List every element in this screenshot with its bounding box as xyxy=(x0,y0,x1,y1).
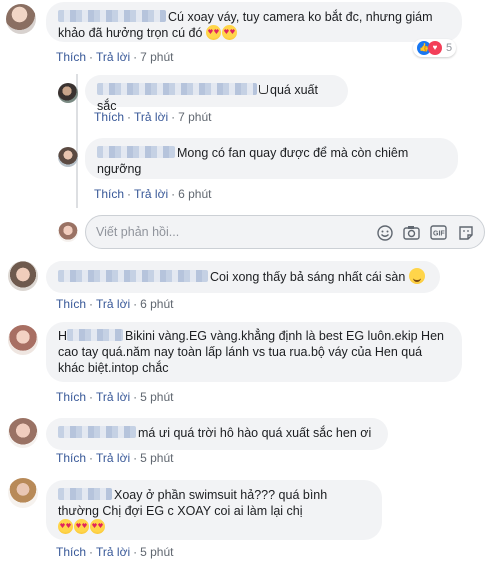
reply-bubble: Mong có fan quay được để mà còn chiêm ng… xyxy=(85,138,458,179)
comment-actions: Thích · Trả lời · 6 phút xyxy=(56,297,174,311)
reply-link[interactable]: Trả lời xyxy=(96,390,130,404)
comment-actions: Thích · Trả lời · 6 phút xyxy=(94,187,212,201)
comment-bubble: H Bikini vàng.EG vàng.khẳng định là best … xyxy=(46,322,462,382)
emoji-heart-eyes xyxy=(58,519,106,534)
love-icon: ♥ xyxy=(428,41,442,55)
reply-link[interactable]: Trả lời xyxy=(134,110,168,124)
reaction-summary[interactable]: 👍 ♥ 5 xyxy=(413,39,457,57)
sticker-icon[interactable] xyxy=(457,224,474,241)
commenter-name[interactable] xyxy=(58,10,166,22)
comment-text: Coi xong thấy bả sáng nhất cái sàn xyxy=(210,270,406,284)
reply-link[interactable]: Trả lời xyxy=(96,451,130,465)
current-user-avatar xyxy=(58,222,78,242)
reply-link[interactable]: Trả lời xyxy=(134,187,168,201)
like-link[interactable]: Thích xyxy=(56,545,86,559)
like-link[interactable]: Thích xyxy=(56,50,86,64)
timestamp[interactable]: 5 phút xyxy=(140,451,173,465)
avatar[interactable] xyxy=(8,261,38,291)
coffee-icon xyxy=(259,85,268,94)
comment-bubble: Coi xong thấy bả sáng nhất cái sàn xyxy=(46,261,440,293)
avatar[interactable] xyxy=(8,478,38,508)
timestamp[interactable]: 6 phút xyxy=(178,187,211,201)
timestamp[interactable]: 5 phút xyxy=(140,545,173,559)
reaction-count: 5 xyxy=(446,42,453,54)
like-link[interactable]: Thích xyxy=(56,451,86,465)
reply-link[interactable]: Trả lời xyxy=(96,50,130,64)
smiley-icon[interactable] xyxy=(376,224,393,241)
commenter-name[interactable] xyxy=(58,270,208,282)
commenter-name[interactable] xyxy=(58,488,112,500)
gif-icon[interactable]: GIF xyxy=(430,224,447,241)
reply-bubble: quá xuất sắc xyxy=(85,75,348,113)
commenter-name[interactable] xyxy=(67,329,124,341)
emoji-heart-eyes xyxy=(205,25,238,40)
commenter-name[interactable] xyxy=(97,146,175,158)
timestamp[interactable]: 7 phút xyxy=(178,110,211,124)
avatar[interactable] xyxy=(58,83,78,103)
avatar[interactable] xyxy=(6,4,36,34)
comment-actions: Thích · Trả lời · 5 phút xyxy=(56,451,174,465)
timestamp[interactable]: 5 phút xyxy=(140,390,173,404)
timestamp[interactable]: 6 phút xyxy=(140,297,173,311)
avatar[interactable] xyxy=(8,418,38,448)
reply-link[interactable]: Trả lời xyxy=(96,297,130,311)
comment-actions: Thích · Trả lời · 5 phút xyxy=(56,390,174,404)
comment-bubble: Cú xoay váy, tuy camera ko bắt đc, nhưng… xyxy=(46,2,462,42)
like-link[interactable]: Thích xyxy=(56,390,86,404)
avatar[interactable] xyxy=(58,147,78,167)
reply-placeholder: Viết phản hồi... xyxy=(96,225,180,239)
reply-link[interactable]: Trả lời xyxy=(96,545,130,559)
avatar[interactable] xyxy=(8,325,38,355)
comment-actions: Thích · Trả lời · 7 phút xyxy=(94,110,212,124)
comment-bubble: Xoay ở phần swimsuit hả??? quá bình thườ… xyxy=(46,480,382,540)
comment-bubble: má ưi quá trời hô hào quá xuất sắc hen ơ… xyxy=(46,418,388,450)
commenter-name-initial[interactable]: H xyxy=(58,329,67,343)
svg-text:GIF: GIF xyxy=(433,231,445,238)
like-link[interactable]: Thích xyxy=(94,187,124,201)
camera-icon[interactable] xyxy=(403,224,420,241)
commenter-name[interactable] xyxy=(58,426,136,438)
timestamp[interactable]: 7 phút xyxy=(140,50,173,64)
commenter-name[interactable] xyxy=(97,83,257,95)
comment-text: má ưi quá trời hô hào quá xuất sắc hen ơ… xyxy=(138,426,372,440)
reply-input[interactable]: Viết phản hồi... GIF xyxy=(85,215,485,249)
like-link[interactable]: Thích xyxy=(94,110,124,124)
comment-actions: Thích · Trả lời · 7 phút xyxy=(56,50,174,64)
smiley-emoji xyxy=(408,268,425,284)
comment-actions: Thích · Trả lời · 5 phút xyxy=(56,545,174,559)
like-link[interactable]: Thích xyxy=(56,297,86,311)
